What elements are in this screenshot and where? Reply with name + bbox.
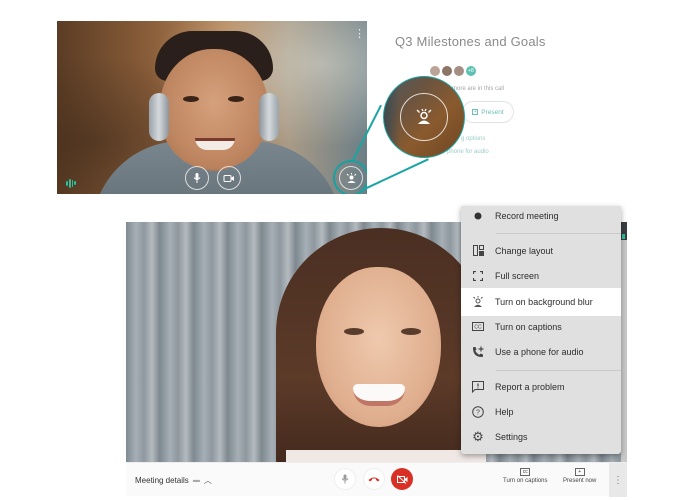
equalizer-icon (66, 178, 76, 188)
callout-line (360, 158, 429, 192)
camera-button[interactable] (217, 166, 241, 190)
menu-item-label: Change layout (495, 245, 554, 256)
avatar (454, 66, 464, 76)
menu-item-help[interactable]: ? Help (461, 399, 621, 424)
menu-divider (496, 233, 621, 234)
background-blur-icon (461, 296, 495, 308)
magnifier-shadow (384, 77, 400, 157)
top-video-feed: ⋮ (57, 21, 367, 194)
menu-item-settings[interactable]: ⚙ Settings (461, 424, 621, 449)
menu-item-label: Full screen (495, 270, 540, 281)
microphone-button[interactable] (334, 468, 356, 490)
menu-item-label: Record meeting (495, 210, 559, 221)
menu-item-full-screen[interactable]: Full screen (461, 263, 621, 288)
captions-button[interactable]: cc Turn on captions (503, 468, 547, 484)
record-icon (461, 212, 495, 220)
present-now-label: Present now (563, 478, 597, 484)
menu-item-change-layout[interactable]: Change layout (461, 238, 621, 263)
background-blur-button-zoomed (400, 93, 448, 141)
captions-label: Turn on captions (503, 478, 548, 484)
present-button[interactable]: + Present (462, 101, 514, 123)
audio-indicator (622, 234, 625, 239)
menu-item-phone-audio[interactable]: Use a phone for audio (461, 339, 621, 364)
present-icon: + (472, 109, 479, 115)
microphone-button[interactable] (185, 166, 209, 190)
fullscreen-icon (461, 270, 495, 281)
menu-item-captions[interactable]: CC Turn on captions (461, 314, 621, 339)
joining-options-link[interactable]: g options (461, 136, 485, 142)
meeting-details-label: Meeting details (135, 476, 189, 485)
present-label: Present (481, 108, 504, 116)
camera-off-button[interactable] (391, 468, 413, 490)
participant-mouth (195, 138, 235, 150)
captions-icon: cc (520, 468, 531, 476)
participant-avatars: +8 (430, 66, 476, 76)
report-icon (461, 380, 495, 393)
background-blur-icon (416, 108, 432, 124)
menu-item-report-problem[interactable]: Report a problem (461, 374, 621, 399)
participant-eye (228, 96, 244, 102)
menu-item-record-meeting[interactable]: Record meeting (461, 203, 621, 228)
menu-item-label: Turn on background blur (495, 297, 593, 307)
microphone-icon (193, 173, 201, 183)
participant-face (160, 49, 268, 169)
more-options-icon[interactable]: ⋮ (354, 27, 365, 41)
menu-item-label: Help (495, 406, 514, 417)
present-now-button[interactable]: + Present now (563, 468, 596, 484)
menu-divider (496, 370, 621, 371)
hang-up-button[interactable] (363, 468, 385, 490)
in-call-text: more are in this call (452, 86, 505, 92)
meeting-details-button[interactable]: Meeting details ▬ ︿ (135, 475, 212, 486)
meeting-title: Q3 Milestones and Goals (395, 34, 546, 49)
menu-item-label: Turn on captions (495, 321, 562, 332)
chevron-up-icon: ︿ (203, 476, 212, 485)
settings-icon: ⚙ (472, 428, 484, 444)
participants-icon: ▬ (192, 477, 200, 484)
hang-up-icon (368, 477, 380, 482)
headphones-icon (259, 93, 279, 141)
side-panel-strip (621, 222, 627, 462)
svg-text:CC: CC (474, 325, 482, 331)
participant-shirt (286, 450, 486, 462)
svg-text:?: ? (476, 409, 480, 416)
participant-eye (183, 96, 199, 102)
present-icon: + (574, 468, 585, 476)
participant-eye (344, 328, 364, 335)
more-options-menu: Record meeting Change layout Full screen… (461, 206, 621, 454)
magnified-blur-button (383, 76, 465, 158)
participant-eye (401, 328, 421, 335)
menu-item-background-blur[interactable]: Turn on background blur (461, 288, 621, 316)
background-blur-icon (346, 172, 356, 183)
avatar (430, 66, 440, 76)
layout-icon (461, 245, 495, 256)
menu-item-label: Settings (495, 431, 528, 442)
more-participants-badge: +8 (466, 66, 476, 76)
call-toolbar: Meeting details ▬ ︿ cc Turn on captions … (126, 462, 627, 497)
headphones-icon (149, 93, 169, 141)
camera-off-icon (396, 474, 407, 484)
phone-add-icon (461, 346, 495, 358)
camera-icon (223, 174, 234, 182)
avatar (442, 66, 452, 76)
menu-item-label: Report a problem (495, 381, 565, 392)
more-options-button[interactable]: ⋮ (609, 463, 627, 497)
phone-audio-link[interactable]: phone for audio (447, 149, 489, 155)
participant-mouth (353, 384, 405, 406)
captions-icon: CC (461, 322, 495, 331)
menu-item-label: Use a phone for audio (495, 346, 584, 357)
help-icon: ? (461, 405, 495, 418)
microphone-icon (341, 474, 349, 484)
background-blur-button[interactable] (339, 166, 363, 190)
